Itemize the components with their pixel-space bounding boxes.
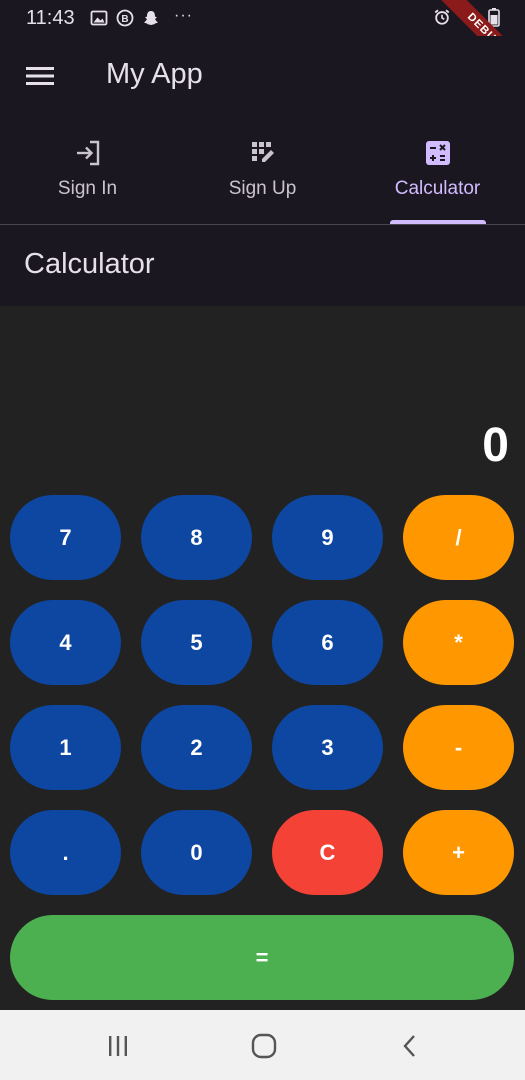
login-icon bbox=[73, 138, 103, 168]
key-decimal[interactable]: . bbox=[10, 810, 121, 895]
recents-icon bbox=[109, 1036, 127, 1056]
app-title: My App bbox=[106, 58, 203, 90]
alarm-icon bbox=[433, 8, 451, 26]
key-clear[interactable]: C bbox=[272, 810, 383, 895]
key-2[interactable]: 2 bbox=[141, 705, 252, 790]
status-right-icons bbox=[433, 8, 503, 27]
key-add[interactable]: + bbox=[403, 810, 514, 895]
key-9[interactable]: 9 bbox=[272, 495, 383, 580]
key-subtract[interactable]: - bbox=[403, 705, 514, 790]
recents-button[interactable] bbox=[98, 1030, 138, 1062]
status-left-icons: B ··· bbox=[90, 7, 193, 27]
key-5[interactable]: 5 bbox=[141, 600, 252, 685]
calculator-display: 0 bbox=[482, 419, 509, 472]
section-header: Calculator bbox=[0, 226, 525, 306]
calculate-icon bbox=[423, 138, 453, 168]
menu-icon bbox=[26, 67, 54, 85]
b-circle-icon: B bbox=[116, 9, 134, 27]
tab-calculator-label: Calculator bbox=[394, 178, 481, 199]
system-nav-bar bbox=[0, 1010, 525, 1080]
key-8[interactable]: 8 bbox=[141, 495, 252, 580]
key-3[interactable]: 3 bbox=[272, 705, 383, 790]
tab-sign-up-label: Sign Up bbox=[228, 178, 297, 199]
status-bar: 11:43 B ··· bbox=[0, 0, 525, 36]
svg-text:B: B bbox=[121, 14, 128, 25]
battery-icon bbox=[485, 8, 503, 27]
home-icon bbox=[251, 1033, 277, 1059]
tab-sign-up[interactable]: Sign Up bbox=[175, 128, 350, 224]
key-6[interactable]: 6 bbox=[272, 600, 383, 685]
back-icon bbox=[403, 1035, 415, 1057]
key-4[interactable]: 4 bbox=[10, 600, 121, 685]
tab-bar: Sign In Sign Up Calculator bbox=[0, 128, 525, 225]
home-button[interactable] bbox=[244, 1030, 284, 1062]
section-title: Calculator bbox=[24, 248, 155, 280]
tab-sign-in-label: Sign In bbox=[57, 178, 118, 199]
wifi-icon bbox=[459, 8, 477, 26]
snapchat-icon bbox=[142, 9, 160, 27]
back-button[interactable] bbox=[390, 1030, 430, 1062]
image-icon bbox=[90, 9, 108, 27]
menu-button[interactable] bbox=[20, 56, 60, 96]
key-divide[interactable]: / bbox=[403, 495, 514, 580]
key-7[interactable]: 7 bbox=[10, 495, 121, 580]
key-multiply[interactable]: * bbox=[403, 600, 514, 685]
calculator: 0 7 8 9 / 4 5 6 * 1 2 3 - . 0 C + = bbox=[0, 306, 525, 1010]
tab-indicator bbox=[390, 220, 486, 224]
key-0[interactable]: 0 bbox=[141, 810, 252, 895]
app-registration-icon bbox=[248, 138, 278, 168]
tab-calculator[interactable]: Calculator bbox=[350, 128, 525, 224]
app-bar: My App bbox=[0, 36, 525, 116]
key-equals[interactable]: = bbox=[10, 915, 514, 1000]
overflow-dots: ··· bbox=[174, 7, 193, 24]
tab-sign-in[interactable]: Sign In bbox=[0, 128, 175, 224]
status-time: 11:43 bbox=[26, 7, 75, 29]
key-1[interactable]: 1 bbox=[10, 705, 121, 790]
